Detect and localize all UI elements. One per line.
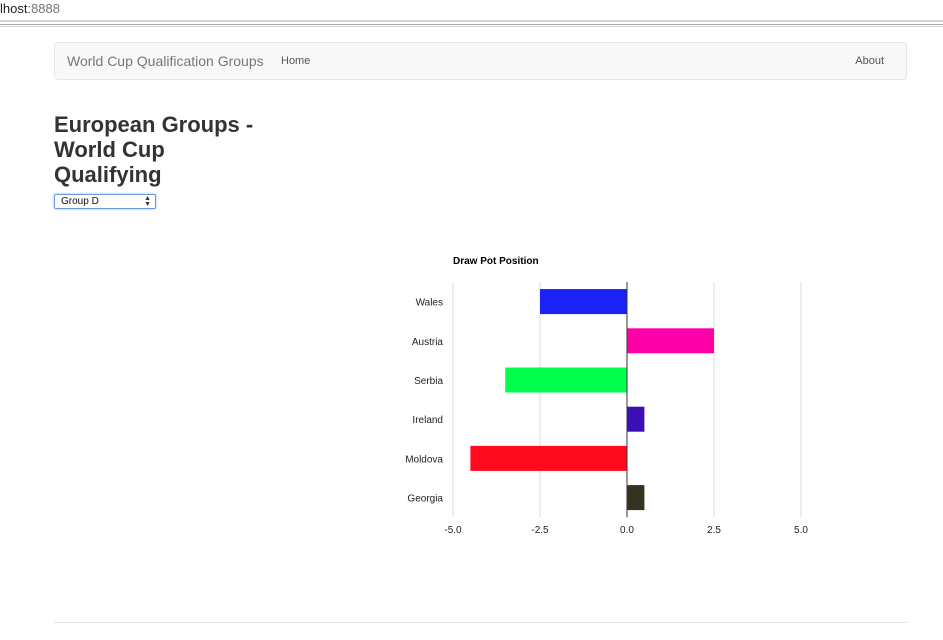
bar — [470, 445, 627, 471]
group-select[interactable]: Group D ▲ ▼ — [54, 194, 156, 209]
nav-about-link[interactable]: About — [855, 55, 884, 67]
category-label: Austria — [412, 337, 444, 348]
navbar-brand[interactable]: World Cup Qualification Groups — [67, 53, 264, 69]
address-host: lhost — [0, 1, 28, 16]
category-label: Wales — [416, 298, 443, 309]
x-tick-label: 2.5 — [707, 525, 721, 536]
category-label: Serbia — [414, 376, 443, 387]
bar — [627, 406, 645, 432]
x-tick-label: 5.0 — [794, 525, 808, 536]
draw-pot-position-chart: Draw Pot Position -5.0 -2.5 0.0 2.5 5.0 Wales A… — [405, 256, 808, 536]
bar — [540, 289, 627, 315]
footer-divider — [54, 622, 907, 623]
browser-divider — [0, 20, 943, 22]
chart-title: Draw Pot Position — [453, 256, 539, 267]
address-port: :8888 — [27, 1, 61, 16]
address-url: lhost:8888 — [0, 0, 60, 18]
x-tick-label: -5.0 — [444, 525, 462, 536]
select-arrows-icon: ▲ ▼ — [144, 195, 151, 208]
category-label: Ireland — [412, 415, 443, 426]
bar — [627, 485, 645, 511]
group-select-value: Group D — [61, 196, 99, 207]
nav-home-link[interactable]: Home — [281, 55, 310, 67]
browser-divider — [0, 26, 943, 27]
category-label: Moldova — [405, 454, 443, 465]
category-label: Georgia — [407, 494, 443, 505]
x-tick-label: -2.5 — [531, 525, 549, 536]
bar — [627, 328, 714, 354]
browser-address-bar[interactable]: lhost:8888 — [0, 0, 943, 20]
bar — [505, 367, 627, 393]
browser-divider — [0, 24, 943, 25]
page-title: European Groups - World Cup Qualifying — [54, 112, 254, 187]
navbar: World Cup Qualification Groups Home Abou… — [54, 42, 907, 80]
x-tick-label: 0.0 — [620, 525, 634, 536]
